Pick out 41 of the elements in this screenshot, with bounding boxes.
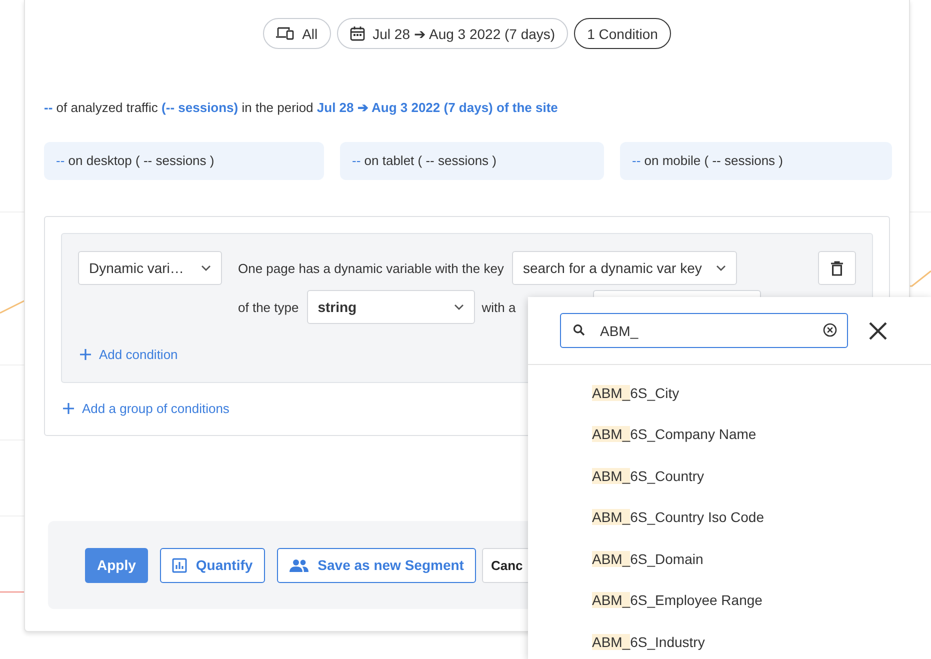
- dropdown-option[interactable]: ABM_6S_Domain: [592, 550, 704, 567]
- delete-button[interactable]: [818, 251, 856, 285]
- dropdown-option[interactable]: ABM_6S_Country: [592, 468, 704, 484]
- chevron-icon: [454, 304, 464, 310]
- dropdown-option[interactable]: ABM_6S_Company Name: [592, 426, 756, 442]
- field-select[interactable]: Dynamic vari…: [78, 251, 222, 285]
- search-icon: [573, 324, 585, 336]
- add-group-link[interactable]: Add a group of conditions: [63, 401, 230, 416]
- device-stat-card: -- on desktop ( -- sessions ): [44, 142, 324, 180]
- plus-icon: [80, 349, 91, 360]
- quantify-button[interactable]: Quantify: [160, 548, 265, 582]
- close-icon: [869, 322, 887, 340]
- chevron-icon: [716, 265, 726, 271]
- plus-icon: [63, 403, 74, 414]
- calendar-icon: [350, 26, 365, 41]
- condition-text: with a: [482, 300, 516, 314]
- condition-text: of the type: [238, 300, 299, 314]
- devices-icon: [276, 27, 294, 40]
- bar-chart-icon: [172, 558, 187, 572]
- chevron-icon: [201, 265, 211, 271]
- dropdown-option[interactable]: ABM_6S_Country Iso Code: [592, 509, 764, 526]
- filter-pill[interactable]: All: [263, 18, 331, 49]
- filter-pill[interactable]: 1 Condition: [574, 18, 671, 49]
- condition-text: One page has a dynamic variable with the key: [238, 260, 504, 276]
- people-icon: [288, 558, 309, 572]
- type-select[interactable]: string: [306, 290, 475, 324]
- search-field[interactable]: ABM_: [560, 313, 848, 348]
- filter-pill[interactable]: Jul 28 ➔ Aug 3 2022 (7 days): [336, 18, 568, 49]
- device-stat-card: -- on mobile ( -- sessions ): [620, 142, 892, 180]
- add-condition-link[interactable]: Add condition: [80, 347, 178, 362]
- apply-button[interactable]: Apply: [85, 548, 148, 582]
- dropdown-option[interactable]: ABM_6S_Industry: [592, 634, 705, 650]
- clear-icon[interactable]: [823, 323, 837, 337]
- key-select[interactable]: search for a dynamic var key: [512, 251, 737, 285]
- dropdown-option[interactable]: ABM_6S_Employee Range: [592, 592, 762, 608]
- save-segment-button[interactable]: Save as new Segment: [276, 548, 476, 582]
- close-button[interactable]: [869, 322, 887, 340]
- device-stat-card: -- on tablet ( -- sessions ): [340, 142, 604, 180]
- trash-icon: [831, 260, 843, 276]
- summary-text: -- of analyzed traffic (-- sessions) in the period Jul 28 ➔ Aug 3 2022 (7 days) of the site: [44, 100, 558, 115]
- dropdown-option[interactable]: ABM_6S_City: [592, 384, 680, 401]
